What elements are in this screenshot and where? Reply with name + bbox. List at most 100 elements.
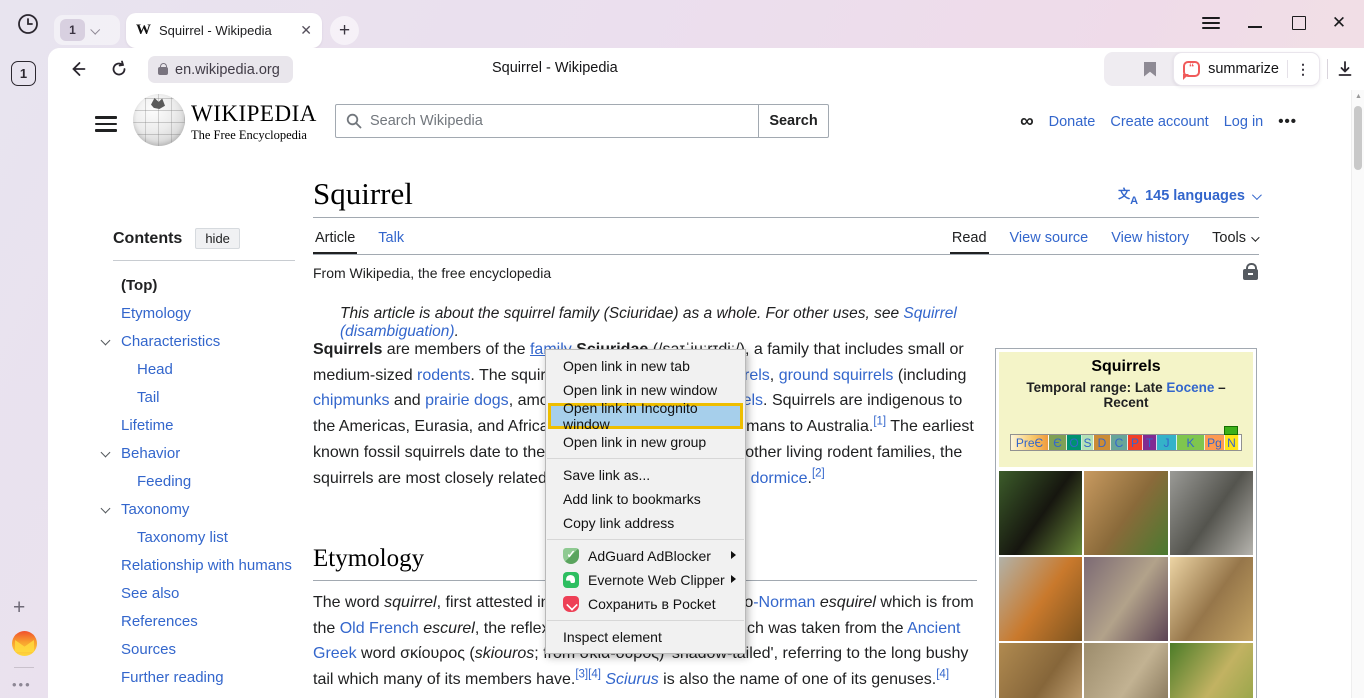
close-window-button[interactable]: ✕ bbox=[1326, 10, 1352, 36]
toc-item-references[interactable]: References bbox=[96, 607, 314, 635]
browser-tab[interactable]: W Squirrel - Wikipedia ✕ bbox=[126, 13, 322, 48]
toc-item-etymology[interactable]: Etymology bbox=[96, 299, 314, 327]
timescale-segment-S[interactable]: S bbox=[1082, 435, 1094, 450]
tab-view-history[interactable]: View history bbox=[1109, 229, 1191, 252]
inline-link[interactable]: -Norman bbox=[753, 594, 815, 611]
gray-squirrel-photo[interactable] bbox=[1170, 471, 1253, 555]
chevron-down-icon[interactable] bbox=[90, 24, 100, 34]
omnibox-page-title[interactable]: Squirrel - Wikipedia bbox=[492, 60, 618, 76]
login-link[interactable]: Log in bbox=[1224, 114, 1264, 130]
menu-item-adguard-adblocker[interactable]: AdGuard AdBlocker bbox=[546, 544, 745, 568]
menu-item-add-link-to-bookmarks[interactable]: Add link to bookmarks bbox=[546, 487, 745, 511]
scrollbar-thumb[interactable] bbox=[1354, 106, 1362, 170]
menu-item-open-link-in-new-group[interactable]: Open link in new group bbox=[546, 430, 745, 454]
timescale-segment-D[interactable]: D bbox=[1094, 435, 1111, 450]
toc-item-further-reading[interactable]: Further reading bbox=[96, 663, 314, 691]
inline-link[interactable]: ground squirrels bbox=[779, 367, 894, 384]
toc-item-taxonomy-list[interactable]: Taxonomy list bbox=[96, 523, 314, 551]
scroll-up-arrow[interactable]: ▲ bbox=[1355, 93, 1362, 100]
inline-link[interactable]: Sciurus bbox=[605, 671, 658, 688]
toc-item-feeding[interactable]: Feeding bbox=[96, 467, 314, 495]
menu-item-inspect-element[interactable]: Inspect element bbox=[546, 625, 745, 649]
tab-talk[interactable]: Talk bbox=[376, 229, 406, 252]
timescale-segment-N[interactable]: N bbox=[1225, 435, 1239, 450]
rock-squirrel-photo[interactable] bbox=[1170, 557, 1253, 641]
kebab-menu-icon[interactable]: ⋮ bbox=[1296, 61, 1310, 78]
yandex-mail-icon[interactable] bbox=[12, 631, 37, 656]
chevron-down-icon[interactable] bbox=[101, 504, 111, 514]
menu-item-сохранить-в-pocket[interactable]: Сохранить в Pocket bbox=[546, 592, 745, 616]
inline-link[interactable]: Old French bbox=[340, 620, 419, 637]
black-giant-squirrel-photo[interactable] bbox=[999, 471, 1082, 555]
prairie-dogs-photo[interactable] bbox=[1170, 643, 1253, 698]
infinity-icon[interactable]: ∞ bbox=[1020, 112, 1034, 131]
wiki-hamburger-icon[interactable] bbox=[95, 112, 117, 136]
donate-link[interactable]: Donate bbox=[1049, 114, 1096, 130]
sidebar-panel-button[interactable]: 1 bbox=[11, 61, 36, 86]
timescale-segment-Є[interactable]: Є bbox=[1049, 435, 1067, 450]
menu-item-copy-link-address[interactable]: Copy link address bbox=[546, 511, 745, 535]
wikipedia-wordmark[interactable]: WIKIPEDIA The Free Encyclopedia bbox=[191, 101, 317, 143]
inline-link[interactable]: dormice bbox=[751, 470, 808, 487]
back-button[interactable] bbox=[64, 56, 90, 82]
menu-item-open-link-in-new-tab[interactable]: Open link in new tab bbox=[546, 354, 745, 378]
languages-button[interactable]: 文A 145 languages bbox=[1118, 187, 1259, 209]
chevron-down-icon[interactable] bbox=[101, 448, 111, 458]
toc-item-taxonomy[interactable]: Taxonomy bbox=[96, 495, 314, 523]
toc-item-top[interactable]: (Top) bbox=[96, 271, 314, 299]
summarize-button[interactable]: “ summarize ⋮ bbox=[1173, 52, 1320, 86]
create-account-link[interactable]: Create account bbox=[1110, 114, 1208, 130]
url-field[interactable]: en.wikipedia.org bbox=[148, 56, 293, 83]
timescale-segment-P[interactable]: P bbox=[1128, 435, 1143, 450]
reference-link[interactable]: [4] bbox=[936, 669, 949, 681]
timescale-segment-PreЄ[interactable]: PreЄ bbox=[1011, 435, 1049, 450]
tab-view-source[interactable]: View source bbox=[1008, 229, 1091, 252]
bookmark-flag-icon[interactable] bbox=[1144, 62, 1156, 77]
inline-link[interactable]: prairie dogs bbox=[425, 392, 509, 409]
timescale-segment-O[interactable]: O bbox=[1067, 435, 1082, 450]
timescale-segment-C[interactable]: C bbox=[1111, 435, 1128, 450]
toc-item-tail[interactable]: Tail bbox=[96, 383, 314, 411]
tab-tools[interactable]: Tools bbox=[1210, 229, 1259, 252]
toc-item-behavior[interactable]: Behavior bbox=[96, 439, 314, 467]
more-options-icon[interactable]: ••• bbox=[1278, 113, 1297, 130]
tab-group-badge[interactable]: 1 bbox=[60, 19, 85, 41]
rail-add-icon[interactable]: + bbox=[13, 596, 25, 620]
ground-squirrel-photo[interactable] bbox=[1084, 557, 1167, 641]
minimize-button[interactable] bbox=[1242, 10, 1268, 36]
downloads-button[interactable] bbox=[1332, 56, 1358, 82]
reference-link[interactable]: [4] bbox=[588, 669, 601, 681]
eocene-link[interactable]: Eocene bbox=[1166, 380, 1214, 395]
page-scrollbar[interactable]: ▲ bbox=[1351, 90, 1364, 698]
reload-button[interactable] bbox=[106, 56, 132, 82]
toc-item-characteristics[interactable]: Characteristics bbox=[96, 327, 314, 355]
timescale-segment-T[interactable]: T bbox=[1143, 435, 1157, 450]
timescale-segment-J[interactable]: J bbox=[1157, 435, 1177, 450]
search-button[interactable]: Search bbox=[759, 104, 829, 138]
reference-link[interactable]: [1] bbox=[873, 416, 886, 428]
tab-article[interactable]: Article bbox=[313, 229, 357, 254]
fox-squirrel-photo[interactable] bbox=[999, 557, 1082, 641]
marmots-photo[interactable] bbox=[1084, 643, 1167, 698]
tab-close-icon[interactable]: ✕ bbox=[300, 22, 312, 39]
inline-link[interactable]: chipmunks bbox=[313, 392, 389, 409]
rail-more-icon[interactable]: ••• bbox=[12, 677, 32, 692]
page-protection-lock-icon[interactable] bbox=[1243, 269, 1258, 280]
wikipedia-globe-logo[interactable] bbox=[133, 94, 185, 146]
timescale-segment-Pg[interactable]: Pg bbox=[1205, 435, 1225, 450]
inline-link[interactable]: rodents bbox=[417, 367, 470, 384]
reference-link[interactable]: [2] bbox=[812, 467, 825, 479]
toc-item-external-links[interactable]: External links bbox=[96, 691, 314, 698]
reference-link[interactable]: [3] bbox=[575, 669, 588, 681]
menu-item-open-link-in-incognito-window[interactable]: Open link in Incognito window bbox=[548, 403, 743, 429]
standing-ground-squirrels-photo[interactable] bbox=[999, 643, 1082, 698]
history-clock-icon[interactable] bbox=[14, 10, 42, 38]
browser-menu-button[interactable] bbox=[1198, 10, 1224, 36]
toc-item-see-also[interactable]: See also bbox=[96, 579, 314, 607]
chipmunk-photo[interactable] bbox=[1084, 471, 1167, 555]
new-tab-button[interactable]: + bbox=[330, 16, 359, 45]
maximize-button[interactable] bbox=[1286, 10, 1312, 36]
menu-item-save-link-as[interactable]: Save link as... bbox=[546, 463, 745, 487]
menu-item-evernote-web-clipper[interactable]: Evernote Web Clipper bbox=[546, 568, 745, 592]
tab-group-control[interactable]: 1 bbox=[54, 15, 120, 45]
